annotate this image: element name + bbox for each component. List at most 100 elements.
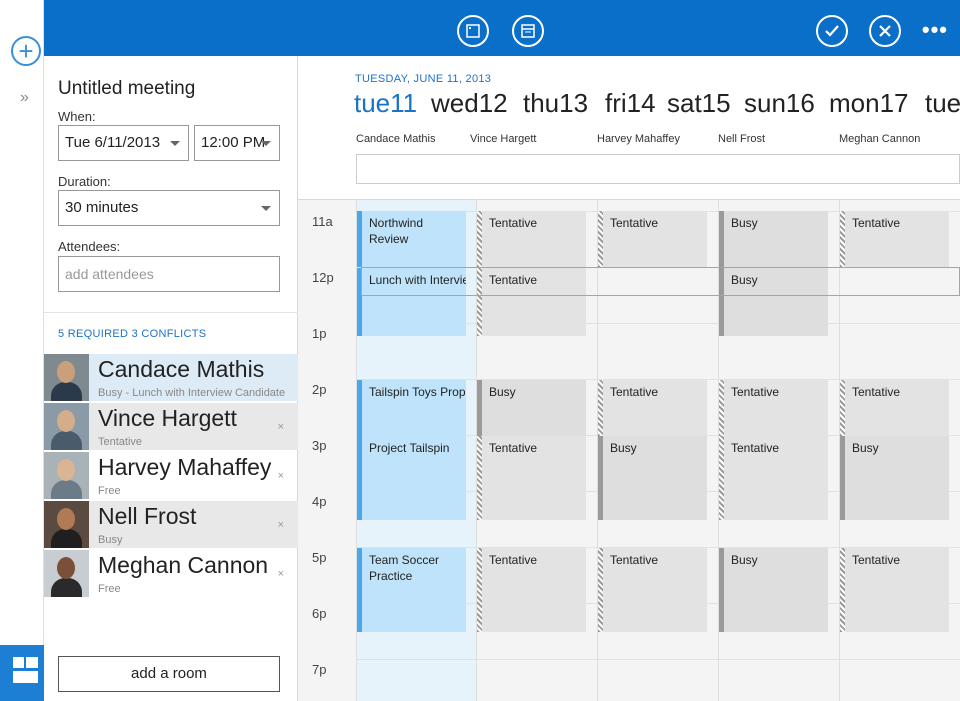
- calendar-grid: TUESDAY, JUNE 11, 2013 tue11 wed12 thu13…: [298, 56, 960, 701]
- avatar: [44, 403, 89, 450]
- attendee-row[interactable]: Nell Frost Busy ×: [44, 501, 298, 548]
- top-bar: •••: [44, 0, 960, 56]
- attendee-name: Candace Mathis: [98, 356, 265, 382]
- day-tab[interactable]: tue11: [354, 88, 417, 119]
- time-picker[interactable]: 12:00 PM: [194, 125, 280, 161]
- day-tab[interactable]: tue: [925, 88, 960, 119]
- duration-label: Duration:: [58, 174, 111, 189]
- person-header: Candace Mathis: [356, 133, 436, 145]
- attendee-status: Free: [98, 485, 121, 497]
- hour-line: [356, 659, 960, 660]
- person-header: Vince Hargett: [470, 133, 537, 145]
- meeting-panel: Untitled meeting When: Tue 6/11/2013 12:…: [44, 56, 298, 701]
- calendar-event[interactable]: Northwind Review: [357, 211, 466, 267]
- hour-label: 2p: [312, 382, 327, 397]
- attendee-name: Nell Frost: [98, 503, 197, 529]
- day-tab[interactable]: thu13: [523, 88, 588, 119]
- attendee-status: Busy: [98, 534, 123, 546]
- hour-label: 3p: [312, 438, 327, 453]
- person-header: Harvey Mahaffey: [597, 133, 680, 145]
- add-icon[interactable]: +: [11, 36, 41, 66]
- meeting-title[interactable]: Untitled meeting: [58, 78, 195, 100]
- divider: [44, 312, 298, 313]
- calendar-event[interactable]: Tentative: [598, 380, 707, 436]
- attendee-row[interactable]: Vince Hargett Tentative ×: [44, 403, 298, 450]
- calendar-event[interactable]: Busy: [719, 268, 828, 324]
- selected-date-label: TUESDAY, JUNE 11, 2013: [355, 73, 492, 85]
- chevron-down-icon: [170, 141, 180, 146]
- day-tab[interactable]: sun16: [744, 88, 815, 119]
- attendee-status: Busy - Lunch with Interview Candidate: [98, 387, 286, 399]
- duration-value: 30 minutes: [65, 199, 139, 216]
- calendar-event[interactable]: [357, 324, 466, 336]
- calendar-event[interactable]: Project Tailspin: [357, 436, 466, 520]
- attendee-row[interactable]: Candace Mathis Busy - Lunch with Intervi…: [44, 354, 298, 401]
- hour-label: 11a: [312, 214, 333, 229]
- calendar-event[interactable]: Tentative: [477, 268, 586, 324]
- attendee-row[interactable]: Harvey Mahaffey Free ×: [44, 452, 298, 499]
- person-header: Meghan Cannon: [839, 133, 921, 145]
- calendar-event[interactable]: Tentative: [477, 211, 586, 267]
- calendar-event[interactable]: Tentative: [477, 436, 586, 520]
- calendar-event[interactable]: Tentative: [840, 548, 949, 632]
- calendar-event[interactable]: Tentative: [719, 380, 828, 436]
- expand-icon[interactable]: »: [20, 89, 29, 107]
- calendar-view-icon[interactable]: [512, 15, 544, 47]
- attendee-name: Harvey Mahaffey: [98, 454, 272, 480]
- remove-attendee-icon[interactable]: ×: [278, 421, 284, 433]
- attendees-label: Attendees:: [58, 239, 121, 254]
- calendar-event[interactable]: Tentative: [840, 211, 949, 267]
- calendar-event[interactable]: Tentative: [598, 548, 707, 632]
- calendar-event[interactable]: Tentative: [477, 548, 586, 632]
- when-label: When:: [58, 109, 96, 124]
- conflicts-summary: 5 REQUIRED 3 CONFLICTS: [58, 328, 207, 340]
- attendees-input[interactable]: add attendees: [58, 256, 280, 292]
- day-tab[interactable]: wed12: [431, 88, 508, 119]
- calendar-event[interactable]: Tentative: [719, 436, 828, 520]
- check-icon[interactable]: [816, 15, 848, 47]
- calendar-event[interactable]: Tentative: [598, 211, 707, 267]
- add-room-button[interactable]: add a room: [58, 656, 280, 692]
- person-header: Nell Frost: [718, 133, 766, 145]
- chevron-down-icon: [261, 206, 271, 211]
- duration-select[interactable]: 30 minutes: [58, 190, 280, 226]
- calendar-event[interactable]: Busy: [719, 211, 828, 267]
- all-day-row[interactable]: [356, 154, 960, 184]
- calendar-event[interactable]: Team Soccer Practice: [357, 548, 466, 632]
- calendar-event[interactable]: Lunch with Interview Candidate: [357, 268, 466, 324]
- attendee-status: Free: [98, 583, 121, 595]
- hour-label: 7p: [312, 662, 327, 677]
- hour-label: 6p: [312, 606, 327, 621]
- calendar-event[interactable]: Busy: [840, 436, 949, 520]
- more-icon[interactable]: •••: [922, 16, 948, 44]
- hour-label: 1p: [312, 326, 327, 341]
- hour-label: 12p: [312, 270, 334, 285]
- left-rail: + »: [0, 0, 44, 701]
- close-icon[interactable]: [869, 15, 901, 47]
- date-picker[interactable]: Tue 6/11/2013: [58, 125, 189, 161]
- avatar: [44, 501, 89, 548]
- remove-attendee-icon[interactable]: ×: [278, 568, 284, 580]
- calendar-event[interactable]: [477, 324, 586, 336]
- calendar-event[interactable]: Busy: [598, 436, 707, 520]
- remove-attendee-icon[interactable]: ×: [278, 519, 284, 531]
- window-icon[interactable]: [457, 15, 489, 47]
- day-tab[interactable]: fri14: [605, 88, 656, 119]
- remove-attendee-icon[interactable]: ×: [278, 470, 284, 482]
- day-tab[interactable]: sat15: [667, 88, 731, 119]
- calendar-event[interactable]: Tailspin Toys Proposal: [357, 380, 466, 436]
- attendee-status: Tentative: [98, 436, 143, 448]
- attendee-name: Vince Hargett: [98, 405, 237, 431]
- calendar-event[interactable]: Tentative: [840, 380, 949, 436]
- day-tab[interactable]: mon17: [829, 88, 909, 119]
- calendar-event[interactable]: [719, 324, 828, 336]
- calendar-event[interactable]: Busy: [719, 548, 828, 632]
- attendees-placeholder: add attendees: [65, 266, 154, 282]
- tiles-icon[interactable]: [0, 645, 44, 701]
- attendee-row[interactable]: Meghan Cannon Free ×: [44, 550, 298, 597]
- calendar-event[interactable]: Busy: [477, 380, 586, 436]
- avatar: [44, 354, 89, 401]
- add-glyph: +: [18, 36, 34, 66]
- hour-label: 5p: [312, 550, 327, 565]
- avatar: [44, 452, 89, 499]
